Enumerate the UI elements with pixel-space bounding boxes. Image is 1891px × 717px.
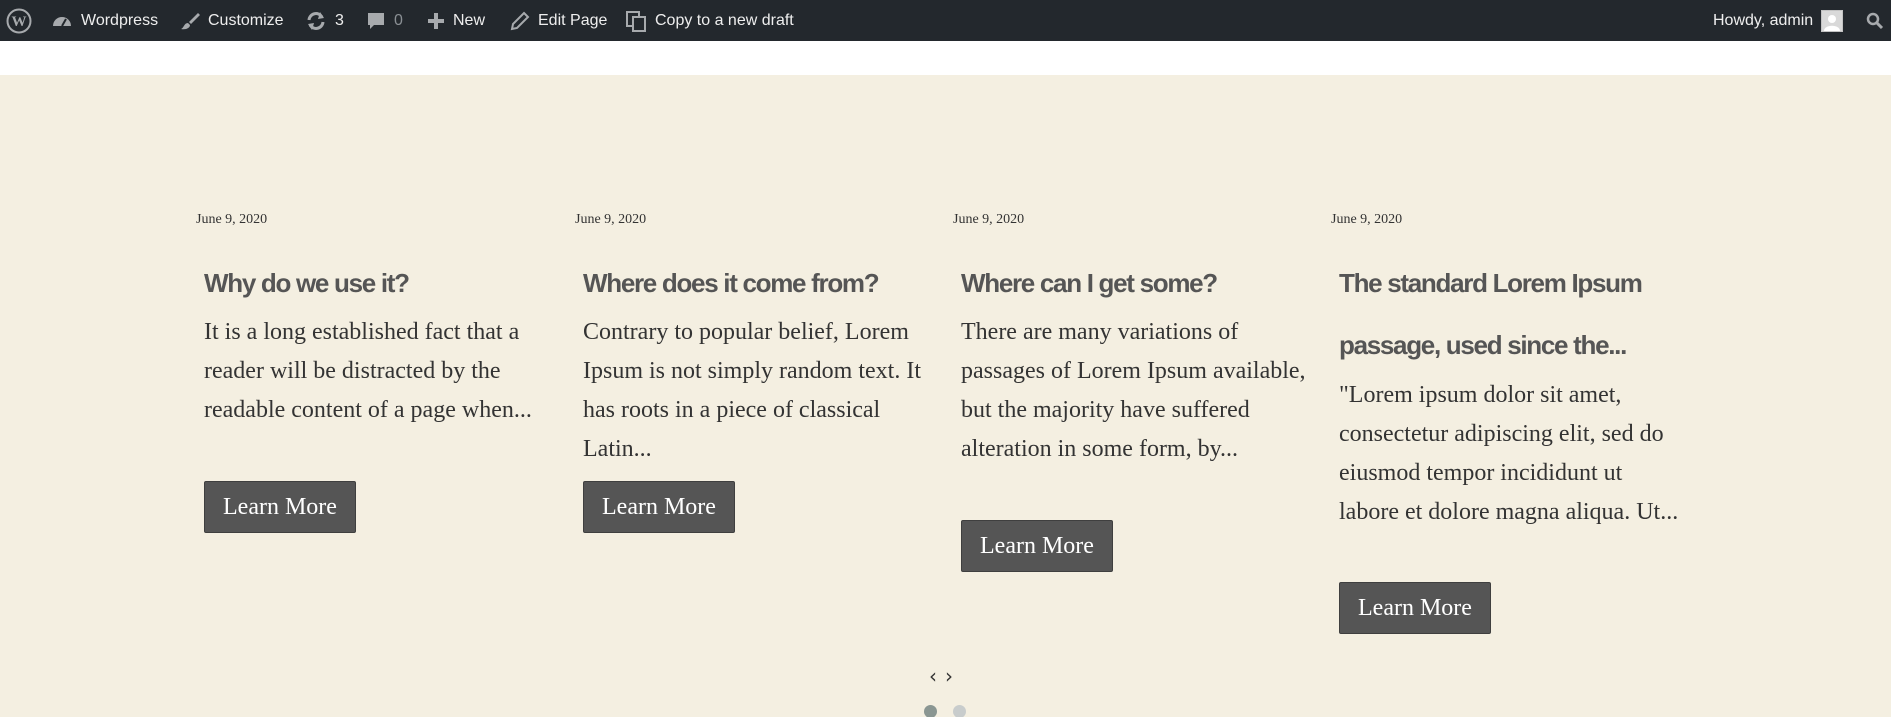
next-arrow-icon[interactable]: › (945, 664, 953, 688)
copy-to-draft-link[interactable]: Copy to a new draft (625, 0, 794, 41)
updates-count: 3 (335, 11, 344, 29)
learn-more-button[interactable]: Learn More (1339, 582, 1491, 634)
comment-icon (366, 11, 386, 31)
post-excerpt: Contrary to popular belief, Lorem Ipsum … (583, 319, 921, 462)
my-account-menu[interactable]: Howdy, admin (1713, 0, 1844, 41)
customize-label: Customize (208, 11, 284, 29)
site-name-menu[interactable]: Wordpress (51, 0, 158, 41)
wordpress-logo-icon: W (6, 8, 32, 34)
copy-icon (625, 10, 647, 32)
comments-count: 0 (394, 11, 403, 29)
updates-link[interactable]: 3 (305, 0, 344, 41)
post-date: June 9, 2020 (575, 212, 647, 227)
carousel-dot-active[interactable] (924, 705, 937, 717)
prev-arrow-icon[interactable]: ‹ (929, 664, 937, 688)
avatar (1821, 9, 1844, 32)
paintbrush-icon (180, 11, 200, 31)
learn-more-button[interactable]: Learn More (583, 481, 735, 533)
learn-more-button[interactable]: Learn More (204, 481, 356, 533)
carousel-dot[interactable] (953, 705, 966, 717)
customize-link[interactable]: Customize (180, 0, 284, 41)
comments-link[interactable]: 0 (366, 0, 403, 41)
search-icon (1866, 12, 1884, 30)
new-content-menu[interactable]: New (427, 0, 485, 41)
post-title[interactable]: Where can I get some? (961, 252, 1306, 314)
post-title[interactable]: The standard Lorem Ipsum passage, used s… (1339, 252, 1684, 376)
plus-icon (427, 12, 445, 30)
admin-bar: W Wordpress Customize 3 0 New Edit Page … (0, 0, 1891, 41)
updates-icon (305, 11, 327, 31)
post-excerpt: There are many variations of passages of… (961, 319, 1306, 462)
wordpress-logo-button[interactable]: W (6, 0, 32, 41)
carousel-arrows: ‹ › (929, 664, 953, 688)
site-name-label: Wordpress (81, 11, 159, 29)
posts-carousel-section: June 9, 2020 Why do we use it? It is a l… (0, 75, 1891, 717)
pencil-icon (510, 11, 530, 31)
post-title[interactable]: Why do we use it? (204, 252, 549, 314)
post-excerpt: It is a long established fact that a rea… (204, 319, 532, 423)
carousel-pagination (924, 705, 966, 717)
learn-more-button[interactable]: Learn More (961, 520, 1113, 572)
post-excerpt: "Lorem ipsum dolor sit amet, consectetur… (1339, 382, 1679, 525)
dashboard-icon (51, 11, 73, 31)
new-label: New (453, 11, 486, 29)
post-date: June 9, 2020 (196, 212, 268, 227)
edit-page-link[interactable]: Edit Page (510, 0, 607, 41)
howdy-label: Howdy, admin (1713, 11, 1814, 29)
search-button[interactable] (1866, 0, 1884, 41)
post-date: June 9, 2020 (953, 212, 1025, 227)
post-date: June 9, 2020 (1331, 212, 1403, 227)
copy-to-draft-label: Copy to a new draft (655, 11, 794, 29)
svg-text:W: W (12, 14, 27, 30)
post-title[interactable]: Where does it come from? (583, 252, 928, 314)
edit-page-label: Edit Page (538, 11, 608, 29)
